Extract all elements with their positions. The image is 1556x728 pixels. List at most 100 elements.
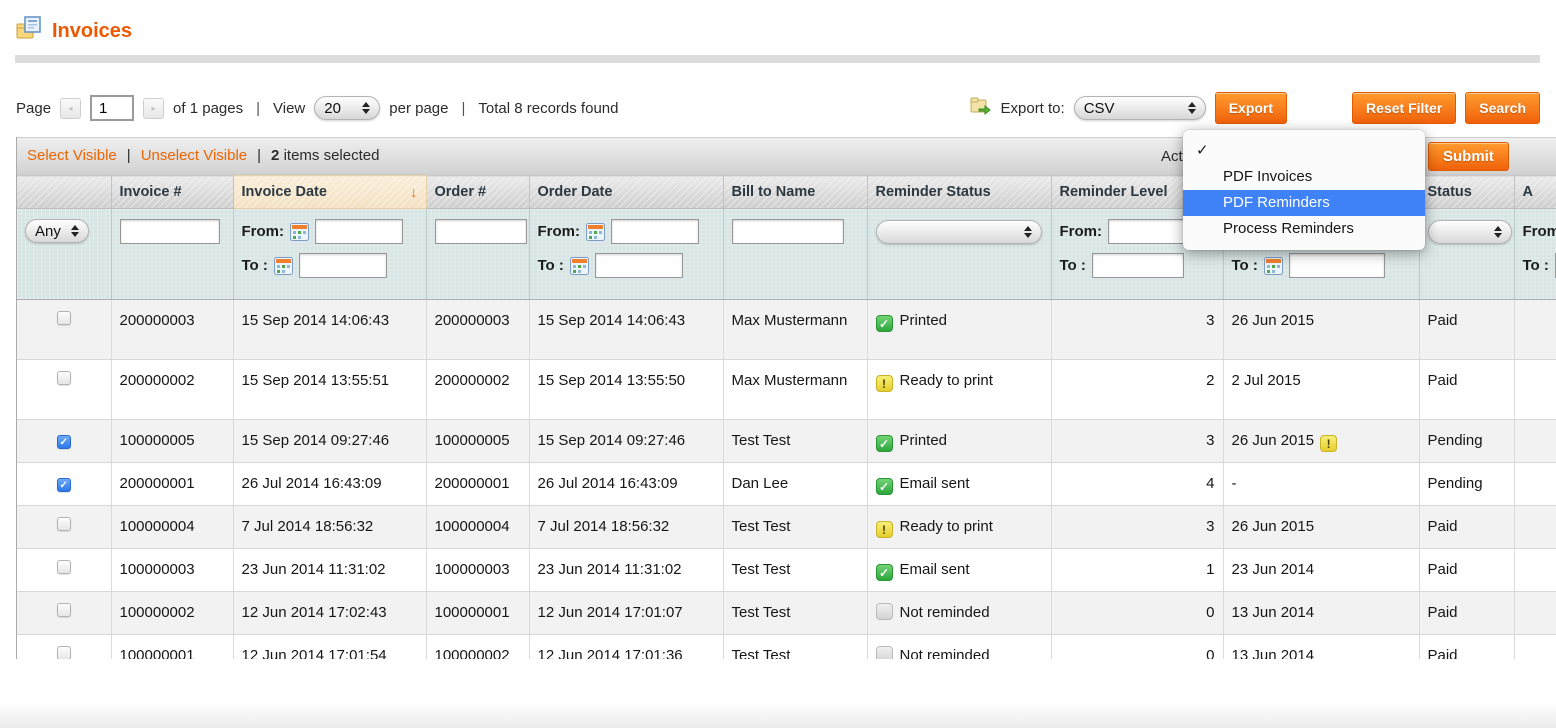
invoice-row[interactable]: ✓ 100000005 15 Sep 2014 09:27:46 1000000… <box>17 420 1556 463</box>
header-reminder-status[interactable]: Reminder Status <box>867 176 1051 209</box>
cell-level: 3 <box>1051 300 1223 360</box>
reminder-status-icon <box>876 603 893 620</box>
select-arrows-icon <box>1494 226 1502 238</box>
row-checkbox[interactable]: ✓ <box>57 478 71 492</box>
reminder-level-to-input[interactable] <box>1092 253 1184 278</box>
invoice-row[interactable]: 100000001 12 Jun 2014 17:01:54 100000002… <box>17 635 1556 660</box>
cell-order-date: 7 Jul 2014 18:56:32 <box>529 506 723 549</box>
cell-reminder: ✓Printed <box>867 420 1051 463</box>
cell-reminder-status: Ready to print <box>900 518 993 535</box>
row-checkbox[interactable] <box>57 560 71 574</box>
calendar-icon[interactable] <box>1264 257 1283 275</box>
actions-menu-item[interactable]: PDF Reminders <box>1183 190 1425 216</box>
invoice-row[interactable]: ✓ 200000001 26 Jul 2014 16:43:09 2000000… <box>17 463 1556 506</box>
order-number-filter-input[interactable] <box>435 219 527 244</box>
calendar-icon[interactable] <box>274 257 293 275</box>
row-checkbox[interactable] <box>57 646 71 659</box>
next-date-warning-icon: ! <box>1320 435 1337 452</box>
cell-reminder: ✓Printed <box>867 300 1051 360</box>
separator: | <box>252 100 264 117</box>
header-invoice-date[interactable]: Invoice Date↓ <box>233 176 426 209</box>
submit-button[interactable]: Submit <box>1428 142 1509 171</box>
bill-to-name-filter-input[interactable] <box>732 219 844 244</box>
checkbox-cell <box>17 360 111 420</box>
cell-reminder-status: Ready to print <box>900 372 993 389</box>
mass-select-filter[interactable]: Any <box>25 219 89 243</box>
search-button[interactable]: Search <box>1465 92 1540 124</box>
row-checkbox[interactable]: ✓ <box>57 435 71 449</box>
items-selected-count: 2 <box>271 147 279 164</box>
header-bill-to-name[interactable]: Bill to Name <box>723 176 867 209</box>
filter-invoice-date: From: To : <box>233 209 426 300</box>
invoice-date-from-input[interactable] <box>315 219 403 244</box>
calendar-icon[interactable] <box>586 223 605 241</box>
cell-reminder-status: Not reminded <box>900 604 990 621</box>
row-checkbox[interactable] <box>57 311 71 325</box>
order-date-to-input[interactable] <box>595 253 683 278</box>
actions-menu-item[interactable]: PDF Invoices <box>1183 164 1425 190</box>
header-order-number[interactable]: Order # <box>426 176 529 209</box>
cell-reminder-status: Email sent <box>900 475 970 492</box>
checkbox-cell: ✓ <box>17 420 111 463</box>
export-button[interactable]: Export <box>1215 92 1287 124</box>
mass-select-value: Any <box>35 223 61 240</box>
invoice-date-to-input[interactable] <box>299 253 387 278</box>
reset-filter-button[interactable]: Reset Filter <box>1352 92 1456 124</box>
cell-invoice: 200000003 <box>111 300 233 360</box>
header-status[interactable]: Status <box>1419 176 1514 209</box>
per-page-value: 20 <box>324 100 341 117</box>
status-filter-select[interactable] <box>1428 220 1512 244</box>
cell-reminder: Not reminded <box>867 635 1051 660</box>
cell-next-date: 26 Jun 2015 <box>1232 432 1315 449</box>
header-order-date[interactable]: Order Date <box>529 176 723 209</box>
previous-page-button[interactable]: ◂ <box>60 98 81 119</box>
invoice-row[interactable]: 200000003 15 Sep 2014 14:06:43 200000003… <box>17 300 1556 360</box>
actions-menu-item[interactable]: Process Reminders <box>1183 216 1425 242</box>
actions-menu-empty-option[interactable]: ✓ <box>1183 136 1425 164</box>
filter-status <box>1419 209 1514 300</box>
per-page-select[interactable]: 20 <box>314 96 380 120</box>
separator: | <box>257 147 261 164</box>
filter-bill-to-name <box>723 209 867 300</box>
cell-status: Paid <box>1419 360 1514 420</box>
page-title: Invoices <box>52 20 132 43</box>
invoice-row[interactable]: 200000002 15 Sep 2014 13:55:51 200000002… <box>17 360 1556 420</box>
filter-order-number <box>426 209 529 300</box>
cell-level: 3 <box>1051 506 1223 549</box>
header-invoice-number[interactable]: Invoice # <box>111 176 233 209</box>
row-checkbox[interactable] <box>57 603 71 617</box>
invoice-row[interactable]: 100000002 12 Jun 2014 17:02:43 100000001… <box>17 592 1556 635</box>
calendar-icon[interactable] <box>570 257 589 275</box>
cell-bill-to: Max Mustermann <box>723 300 867 360</box>
header-checkbox-column <box>17 176 111 209</box>
cell-reminder: ✓Email sent <box>867 463 1051 506</box>
export-to-label: Export to: <box>1001 100 1065 117</box>
invoice-row[interactable]: 100000003 23 Jun 2014 11:31:02 100000003… <box>17 549 1556 592</box>
filter-checkbox-cell: Any <box>17 209 111 300</box>
export-format-value: CSV <box>1084 100 1115 117</box>
cell-order-date: 26 Jul 2014 16:43:09 <box>529 463 723 506</box>
order-date-from-input[interactable] <box>611 219 699 244</box>
next-page-button[interactable]: ▸ <box>143 98 164 119</box>
checkbox-cell: ✓ <box>17 463 111 506</box>
cell-invoice-date: 12 Jun 2014 17:01:54 <box>233 635 426 660</box>
cell-bill-to: Max Mustermann <box>723 360 867 420</box>
hidden-date-to-input[interactable] <box>1289 253 1385 278</box>
page-number-input[interactable] <box>90 95 134 121</box>
calendar-icon[interactable] <box>290 223 309 241</box>
to-label: To : <box>1232 257 1258 274</box>
cell-next-date: - <box>1232 475 1237 492</box>
header-invoice-date-label: Invoice Date <box>242 184 327 200</box>
row-checkbox[interactable] <box>57 371 71 385</box>
cell-level: 3 <box>1051 420 1223 463</box>
header-amount[interactable]: A <box>1514 176 1556 209</box>
cell-reminder: !Ready to print <box>867 506 1051 549</box>
row-checkbox[interactable] <box>57 517 71 531</box>
invoice-row[interactable]: 100000004 7 Jul 2014 18:56:32 100000004 … <box>17 506 1556 549</box>
invoice-number-filter-input[interactable] <box>120 219 220 244</box>
unselect-visible-link[interactable]: Unselect Visible <box>141 147 247 164</box>
select-visible-link[interactable]: Select Visible <box>27 147 117 164</box>
per-page-label: per page <box>389 100 448 117</box>
reminder-status-filter-select[interactable] <box>876 220 1042 244</box>
export-format-select[interactable]: CSV <box>1074 96 1206 120</box>
